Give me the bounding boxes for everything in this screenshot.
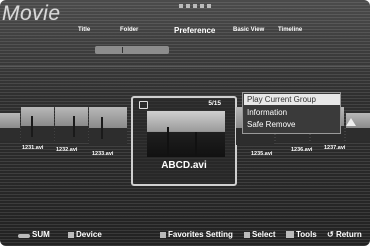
file-name: 1237.avi: [324, 145, 346, 151]
tab-timeline[interactable]: Timeline: [278, 27, 302, 33]
return-label: Return: [335, 230, 362, 239]
sum-icon: [18, 234, 30, 238]
tools-icon: [286, 231, 294, 238]
select-button[interactable]: Select: [244, 230, 276, 239]
tools-label: Tools: [296, 230, 317, 239]
context-menu: Play Current Group Information Safe Remo…: [242, 92, 341, 134]
return-icon: ↺: [327, 230, 334, 239]
favorites-label: Favorites Setting: [168, 230, 233, 239]
preference-marker: [122, 47, 123, 53]
menu-item-information[interactable]: Information: [247, 108, 287, 117]
sort-tabs: Title Folder Preference Basic View Timel…: [0, 26, 370, 41]
device-label: Device: [76, 230, 102, 239]
sum-label: SUM: [32, 230, 50, 239]
page-dot: [193, 4, 197, 8]
device-button[interactable]: Device: [68, 230, 102, 239]
footer-bar: SUM Device Favorites Setting Select Tool…: [0, 220, 370, 246]
favorites-setting-button[interactable]: Favorites Setting: [160, 230, 233, 239]
sum-button[interactable]: SUM: [18, 230, 50, 239]
focused-item[interactable]: 5/15 ABCD.avi: [131, 96, 237, 186]
file-name: 1231.avi: [22, 145, 44, 151]
page-dot: [179, 4, 183, 8]
page-dot: [200, 4, 204, 8]
thumbnail[interactable]: [89, 107, 127, 145]
focused-thumbnail: [147, 111, 225, 157]
select-label: Select: [252, 230, 276, 239]
file-name: 1232.avi: [56, 147, 78, 153]
file-name: 1236.avi: [291, 147, 313, 153]
menu-item-safe-remove[interactable]: Safe Remove: [247, 120, 295, 129]
tab-preference[interactable]: Preference: [174, 26, 215, 35]
video-icon: [139, 101, 148, 109]
scroll-up-arrow-icon: [346, 118, 356, 126]
file-name: 1233.avi: [92, 151, 114, 157]
page-dot: [186, 4, 190, 8]
divider: [0, 66, 370, 67]
focused-file-name: ABCD.avi: [161, 160, 207, 171]
tools-button[interactable]: Tools: [286, 230, 317, 239]
tab-folder[interactable]: Folder: [120, 27, 138, 33]
page-dot: [207, 4, 211, 8]
menu-item-play-current-group[interactable]: Play Current Group: [244, 94, 340, 105]
preference-bar: [95, 46, 169, 54]
thumbnail[interactable]: [55, 107, 88, 142]
item-counter: 5/15: [208, 100, 221, 107]
return-button[interactable]: ↺ Return: [327, 230, 362, 239]
yellow-button-icon: [160, 232, 166, 238]
media-browser-screen: Movie Title Folder Preference Basic View…: [0, 0, 370, 246]
tab-title[interactable]: Title: [78, 27, 90, 33]
page-title: Movie: [2, 2, 61, 25]
enter-icon: [244, 232, 250, 238]
thumbnail[interactable]: [21, 107, 54, 142]
thumbnail[interactable]: [0, 113, 20, 141]
device-icon: [68, 232, 74, 238]
page-indicator: [179, 4, 211, 8]
tab-basic-view[interactable]: Basic View: [233, 27, 264, 33]
file-name: 1235.avi: [251, 151, 273, 157]
